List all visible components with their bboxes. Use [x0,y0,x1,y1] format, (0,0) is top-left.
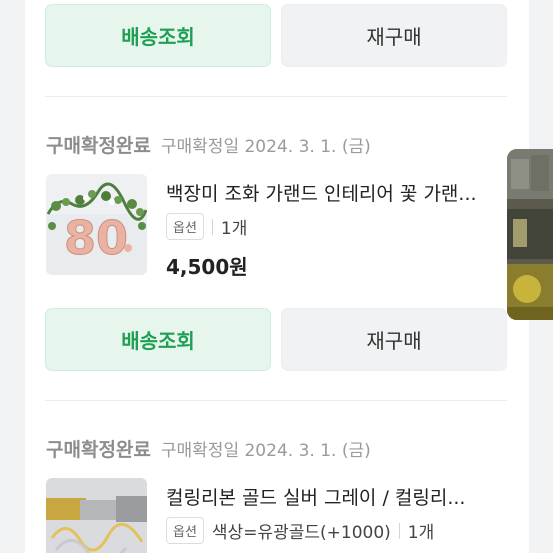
product-option-row: 옵션 1개 [166,213,247,240]
order-status: 구매확정완료 [46,439,151,461]
product-option-row: 옵션 색상=유광골드(+1000) 1개 [166,517,434,544]
product-title[interactable]: 컬링리본 골드 실버 그레이 / 컬링리... [166,483,506,510]
option-value: 색상=유광골드(+1000) [211,523,391,543]
confirm-date: 구매확정일 2024. 3. 1. (금) [160,441,371,461]
order-status-line: 구매확정완료 구매확정일 2024. 3. 1. (금) [46,435,371,462]
product-quantity: 1개 [407,523,435,543]
product-price: 4,500원 [166,255,248,279]
next-card-thumbnail[interactable] [507,149,553,320]
order-status: 구매확정완료 [46,135,151,157]
option-tag: 옵션 [166,213,204,240]
product-quantity: 1개 [220,219,248,239]
delivery-tracking-button[interactable]: 배송조회 [45,4,271,67]
svg-text:80: 80 [64,211,128,265]
delivery-tracking-button[interactable]: 배송조회 [45,308,271,371]
product-thumbnail-ribbon[interactable] [46,478,147,553]
product-thumbnail-garland[interactable]: 80 [46,174,147,275]
confirm-date: 구매확정일 2024. 3. 1. (금) [160,137,371,157]
reorder-button[interactable]: 재구매 [281,308,507,371]
order-list-card: 배송조회 재구매 구매확정완료 구매확정일 2024. 3. 1. (금) 80 [25,0,529,553]
option-separator [398,522,400,539]
order-status-line: 구매확정완료 구매확정일 2024. 3. 1. (금) [46,131,371,158]
option-separator [211,218,213,235]
reorder-button[interactable]: 재구매 [281,4,507,67]
option-tag: 옵션 [166,517,204,544]
product-title[interactable]: 백장미 조화 가랜드 인테리어 꽃 가랜... [166,179,506,206]
order-divider [45,96,507,97]
order-divider [45,400,507,401]
